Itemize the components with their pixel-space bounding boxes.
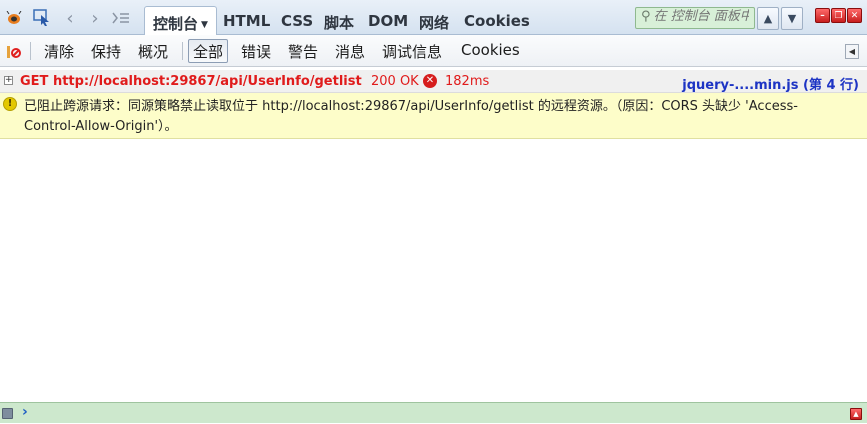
filter-info-button[interactable]: 消息 — [331, 40, 369, 62]
tab-net[interactable]: 网络 — [411, 6, 457, 35]
persist-button[interactable]: 保持 — [87, 40, 125, 62]
search-input[interactable] — [653, 9, 749, 24]
error-icon: ✕ — [423, 74, 437, 88]
tab-dom[interactable]: DOM — [360, 6, 416, 35]
warning-message: 已阻止跨源请求：同源策略禁止读取位于 http://localhost:2986… — [24, 99, 798, 134]
tab-console-label: 控制台 — [153, 15, 199, 33]
request-url[interactable]: GET http://localhost:29867/api/UserInfo/… — [20, 74, 362, 89]
tab-console[interactable]: 控制台 ▼ — [144, 6, 217, 36]
command-editor-icon[interactable] — [2, 408, 13, 419]
filter-debug-button[interactable]: 调试信息 — [378, 40, 446, 62]
firebug-icon[interactable] — [5, 9, 23, 27]
separator — [182, 42, 183, 60]
clear-button[interactable]: 清除 — [40, 40, 78, 62]
close-icon[interactable]: ✕ — [847, 8, 862, 23]
console-toolbar: 清除 保持 概况 全部 错误 警告 消息 调试信息 Cookies — [0, 35, 867, 67]
warning-icon: ! — [3, 97, 17, 111]
chevron-down-icon: ▼ — [201, 20, 208, 30]
command-input[interactable] — [36, 404, 830, 424]
expand-command-editor-icon[interactable]: ▲ — [850, 408, 862, 420]
source-link[interactable]: jquery-....min.js (第 4 行) — [682, 74, 859, 93]
magnifier-icon: ⚲ — [641, 9, 651, 24]
log-row-request[interactable]: + GET http://localhost:29867/api/UserInf… — [0, 70, 867, 93]
clear-console-icon[interactable] — [6, 44, 22, 64]
inspect-icon[interactable] — [33, 9, 51, 27]
collapse-icon[interactable]: ◀ — [845, 44, 859, 59]
command-line: › ▲ — [0, 402, 867, 424]
filter-all-button[interactable]: 全部 — [188, 39, 229, 63]
expand-icon[interactable]: + — [4, 76, 13, 85]
profile-button[interactable]: 概况 — [134, 40, 172, 62]
request-time: 182ms — [445, 74, 490, 89]
minimize-icon[interactable]: – — [815, 8, 830, 23]
tab-cookies[interactable]: Cookies — [456, 6, 538, 35]
firebug-tab-bar: ‹ › 控制台▼ HTML CSS 脚本 DOM 网络 Cookies ⚲ ▲ … — [0, 0, 867, 36]
tab-script[interactable]: 脚本 — [316, 6, 362, 35]
arrow-down-icon[interactable]: ▼ — [781, 7, 803, 30]
forward-icon[interactable]: › — [86, 8, 104, 29]
arrow-up-icon[interactable]: ▲ — [757, 7, 779, 30]
filter-warnings-button[interactable]: 警告 — [284, 40, 322, 62]
prompt-icon: › — [22, 404, 28, 420]
filter-errors-button[interactable]: 错误 — [237, 40, 275, 62]
menu-list-icon[interactable] — [112, 9, 130, 27]
log-row-warning[interactable]: ! 已阻止跨源请求：同源策略禁止读取位于 http://localhost:29… — [0, 93, 867, 139]
search-box[interactable]: ⚲ — [635, 7, 755, 29]
restore-icon[interactable]: ❐ — [831, 8, 846, 23]
request-status: 200 OK — [371, 74, 419, 89]
separator — [30, 42, 31, 60]
back-icon[interactable]: ‹ — [61, 8, 79, 29]
tab-css[interactable]: CSS — [273, 6, 321, 35]
tab-html[interactable]: HTML — [215, 6, 278, 35]
filter-cookies-button[interactable]: Cookies — [457, 40, 524, 62]
